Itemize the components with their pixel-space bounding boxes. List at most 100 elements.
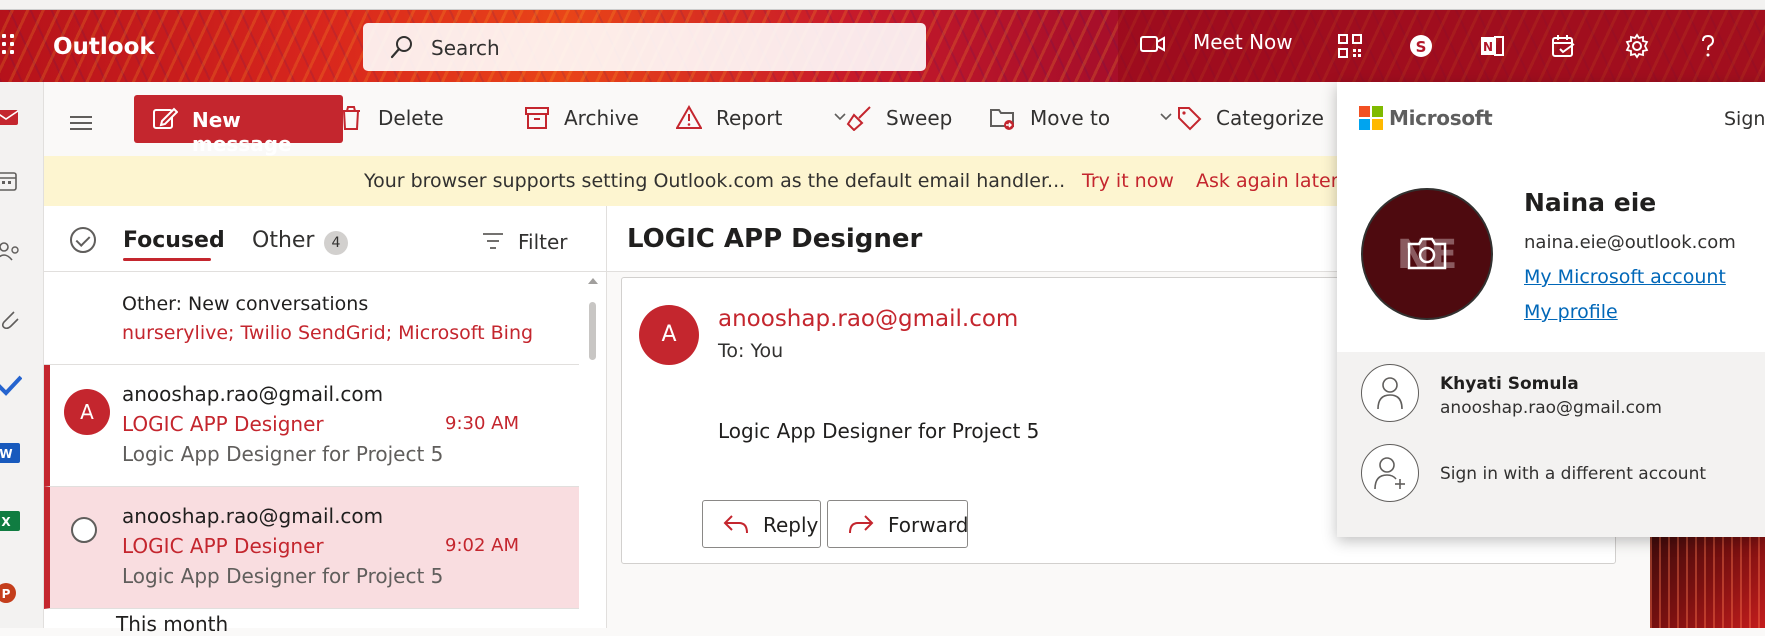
my-microsoft-account-link[interactable]: My Microsoft account <box>1524 266 1726 288</box>
reply-button[interactable]: Reply <box>702 500 821 548</box>
other-summary-title: Other: New conversations <box>122 293 369 315</box>
other-accounts-section: Khyati Somula anooshap.rao@gmail.com Sig… <box>1337 352 1765 537</box>
archive-icon <box>525 107 549 129</box>
microsoft-brand: Microsoft <box>1389 106 1493 130</box>
ask-again-later-link[interactable]: Ask again later <box>1196 170 1339 192</box>
default-handler-notice: Your browser supports setting Outlook.co… <box>44 156 1374 206</box>
people-icon[interactable] <box>0 240 22 262</box>
try-it-now-link[interactable]: Try it now <box>1082 170 1174 192</box>
help-icon[interactable] <box>1695 33 1721 59</box>
other-summary-senders: nurserylive; Twilio SendGrid; Microsoft … <box>122 322 534 344</box>
profile-email: naina.eie@outlook.com <box>1524 232 1736 253</box>
background-image-fragment <box>1650 530 1765 628</box>
add-person-icon <box>1361 444 1419 502</box>
app-launcher-icon[interactable] <box>0 34 18 58</box>
profile-name: Naina eie <box>1524 188 1657 217</box>
broom-icon <box>846 106 871 131</box>
trash-icon <box>342 106 360 130</box>
search-icon <box>390 36 412 59</box>
tag-icon <box>1178 107 1202 131</box>
report-label: Report <box>716 106 783 130</box>
sign-in-different-account[interactable]: Sign in with a different account <box>1337 432 1765 512</box>
avatar[interactable]: A <box>639 305 699 365</box>
filter-icon <box>483 233 503 249</box>
top-header-bar: Outlook Search Meet Now S N <box>0 0 1765 82</box>
person-icon <box>1361 364 1419 422</box>
sign-in-different-label: Sign in with a different account <box>1440 464 1707 484</box>
microsoft-logo-icon <box>1359 106 1383 130</box>
list-item[interactable]: anooshap.rao@gmail.com LOGIC APP Designe… <box>44 487 579 609</box>
list-scrollbar[interactable] <box>584 272 600 628</box>
message-subject: LOGIC APP Designer <box>122 534 324 558</box>
app-brand[interactable]: Outlook <box>53 34 155 60</box>
calendar-icon[interactable] <box>0 170 22 192</box>
new-message-button[interactable]: New message <box>134 95 343 156</box>
meet-now-label: Meet Now <box>1193 30 1293 54</box>
categorize-label: Categorize <box>1216 106 1324 130</box>
move-to-label: Move to <box>1030 106 1111 130</box>
powerpoint-icon[interactable]: P <box>0 582 22 604</box>
other-account-item[interactable]: Khyati Somula anooshap.rao@gmail.com <box>1337 352 1765 432</box>
sweep-label: Sweep <box>886 106 953 130</box>
message-time: 9:30 AM <box>445 413 519 434</box>
qr-code-icon[interactable] <box>1337 33 1363 59</box>
message-preview: Logic App Designer for Project 5 <box>122 564 444 588</box>
other-account-email: anooshap.rao@gmail.com <box>1440 398 1662 418</box>
forward-label: Forward <box>888 513 969 537</box>
section-header-this-month: This month <box>116 612 229 636</box>
compose-icon <box>153 107 178 129</box>
profile-avatar[interactable]: NE <box>1361 188 1493 320</box>
tab-focused[interactable]: Focused <box>123 228 225 253</box>
other-account-name: Khyati Somula <box>1440 374 1579 394</box>
message-subject: LOGIC APP Designer <box>122 412 324 436</box>
message-sender: anooshap.rao@gmail.com <box>122 382 384 406</box>
message-time: 9:02 AM <box>445 535 519 556</box>
reply-icon <box>723 515 748 534</box>
tab-other[interactable]: Other <box>252 228 314 253</box>
delete-label: Delete <box>378 106 444 130</box>
settings-gear-icon[interactable] <box>1624 33 1650 59</box>
scrollbar-thumb[interactable] <box>589 302 596 360</box>
skype-icon[interactable]: S <box>1408 33 1434 59</box>
chevron-down-icon <box>1160 113 1172 121</box>
todo-icon[interactable] <box>0 374 22 396</box>
select-message-checkbox[interactable] <box>71 517 97 543</box>
message-preview: Logic App Designer for Project 5 <box>122 442 444 466</box>
video-camera-icon <box>1140 36 1165 52</box>
svg-text:W: W <box>0 447 13 461</box>
onenote-icon[interactable]: N <box>1479 33 1505 59</box>
account-manager-popup: Microsoft Sign NE Naina eie naina.eie@ou… <box>1337 82 1765 537</box>
svg-text:S: S <box>1416 38 1427 56</box>
hamburger-menu-icon[interactable] <box>70 116 92 130</box>
active-tab-indicator <box>123 258 211 261</box>
email-sender[interactable]: anooshap.rao@gmail.com <box>718 306 1018 332</box>
browser-strip <box>0 0 1765 10</box>
my-day-icon[interactable] <box>1550 33 1576 59</box>
select-all-checkbox[interactable] <box>70 227 96 253</box>
word-icon[interactable]: W <box>0 442 22 464</box>
new-message-label: New message <box>192 108 292 156</box>
search-box[interactable]: Search <box>363 23 926 71</box>
email-subject-title: LOGIC APP Designer <box>627 224 923 254</box>
search-placeholder: Search <box>431 36 500 60</box>
forward-button[interactable]: Forward <box>827 500 968 548</box>
scroll-up-arrow-icon[interactable] <box>588 278 598 284</box>
svg-text:X: X <box>1 515 11 529</box>
list-item[interactable]: A anooshap.rao@gmail.com LOGIC APP Desig… <box>44 365 579 487</box>
message-list-pane: Focused Other 4 Filter Other: New conver… <box>44 206 607 636</box>
attachment-icon[interactable] <box>0 308 22 330</box>
my-profile-link[interactable]: My profile <box>1524 301 1618 323</box>
excel-icon[interactable]: X <box>0 510 22 532</box>
filter-label: Filter <box>518 230 568 254</box>
sign-out-link[interactable]: Sign <box>1724 108 1765 130</box>
other-conversations-summary[interactable]: Other: New conversations nurserylive; Tw… <box>44 272 579 365</box>
svg-text:P: P <box>2 587 11 601</box>
mail-icon[interactable] <box>0 106 22 128</box>
archive-label: Archive <box>564 106 639 130</box>
inbox-tabs: Focused Other 4 Filter <box>44 206 607 272</box>
warning-icon <box>676 105 702 129</box>
notice-message: Your browser supports setting Outlook.co… <box>364 170 1066 192</box>
folder-move-icon <box>990 109 1014 130</box>
email-recipients: To: You <box>718 340 784 362</box>
reply-label: Reply <box>763 513 819 537</box>
